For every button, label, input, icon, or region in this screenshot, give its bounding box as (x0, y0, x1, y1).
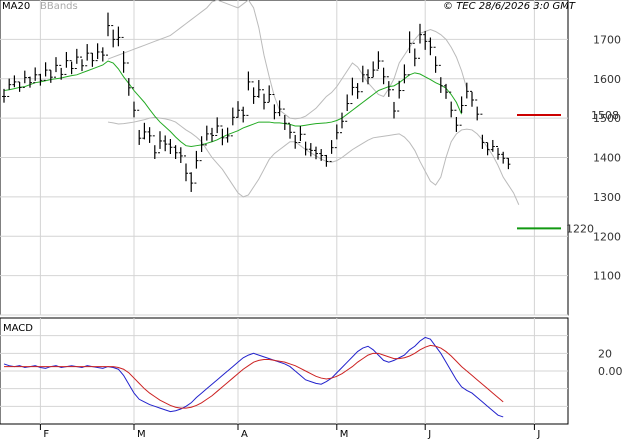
month-label: A (241, 429, 248, 440)
macd-y-tick: 20 (598, 347, 612, 360)
month-label: F (43, 429, 49, 440)
price-y-tick: 1400 (593, 152, 621, 165)
month-label: M (137, 429, 146, 440)
price-y-tick: 1700 (593, 33, 621, 46)
chart-root: 1508 1220 1100 1200 1300 1400 1500 1600 1700 MA… (0, 0, 627, 440)
macd-y-tick: 0.00 (598, 365, 623, 378)
price-y-tick: 1500 (593, 112, 621, 125)
price-y-tick: 1100 (593, 270, 621, 283)
month-label: J (427, 429, 431, 440)
price-y-ticks: 1100 1200 1300 1400 1500 1600 1700 (593, 33, 621, 282)
copyright: © TEC 28/6/2026 3:0 GMT (443, 1, 576, 12)
macd-label: MACD (3, 323, 33, 334)
support-label: 1220 (566, 222, 594, 235)
price-y-tick: 1200 (593, 230, 621, 243)
price-y-tick: 1300 (593, 191, 621, 204)
legend-bbands: BBands (40, 1, 78, 12)
x-axis: FMAMJJ (39, 424, 540, 440)
month-label: J (536, 429, 540, 440)
chart-svg: 15081220 1100120013001400150016001700 MA… (0, 0, 623, 440)
macd-y-ticks: 0.00 20 (598, 347, 623, 378)
legend-ma20: MA20 (2, 1, 30, 12)
month-label: M (340, 429, 349, 440)
price-y-tick: 1600 (593, 73, 621, 86)
